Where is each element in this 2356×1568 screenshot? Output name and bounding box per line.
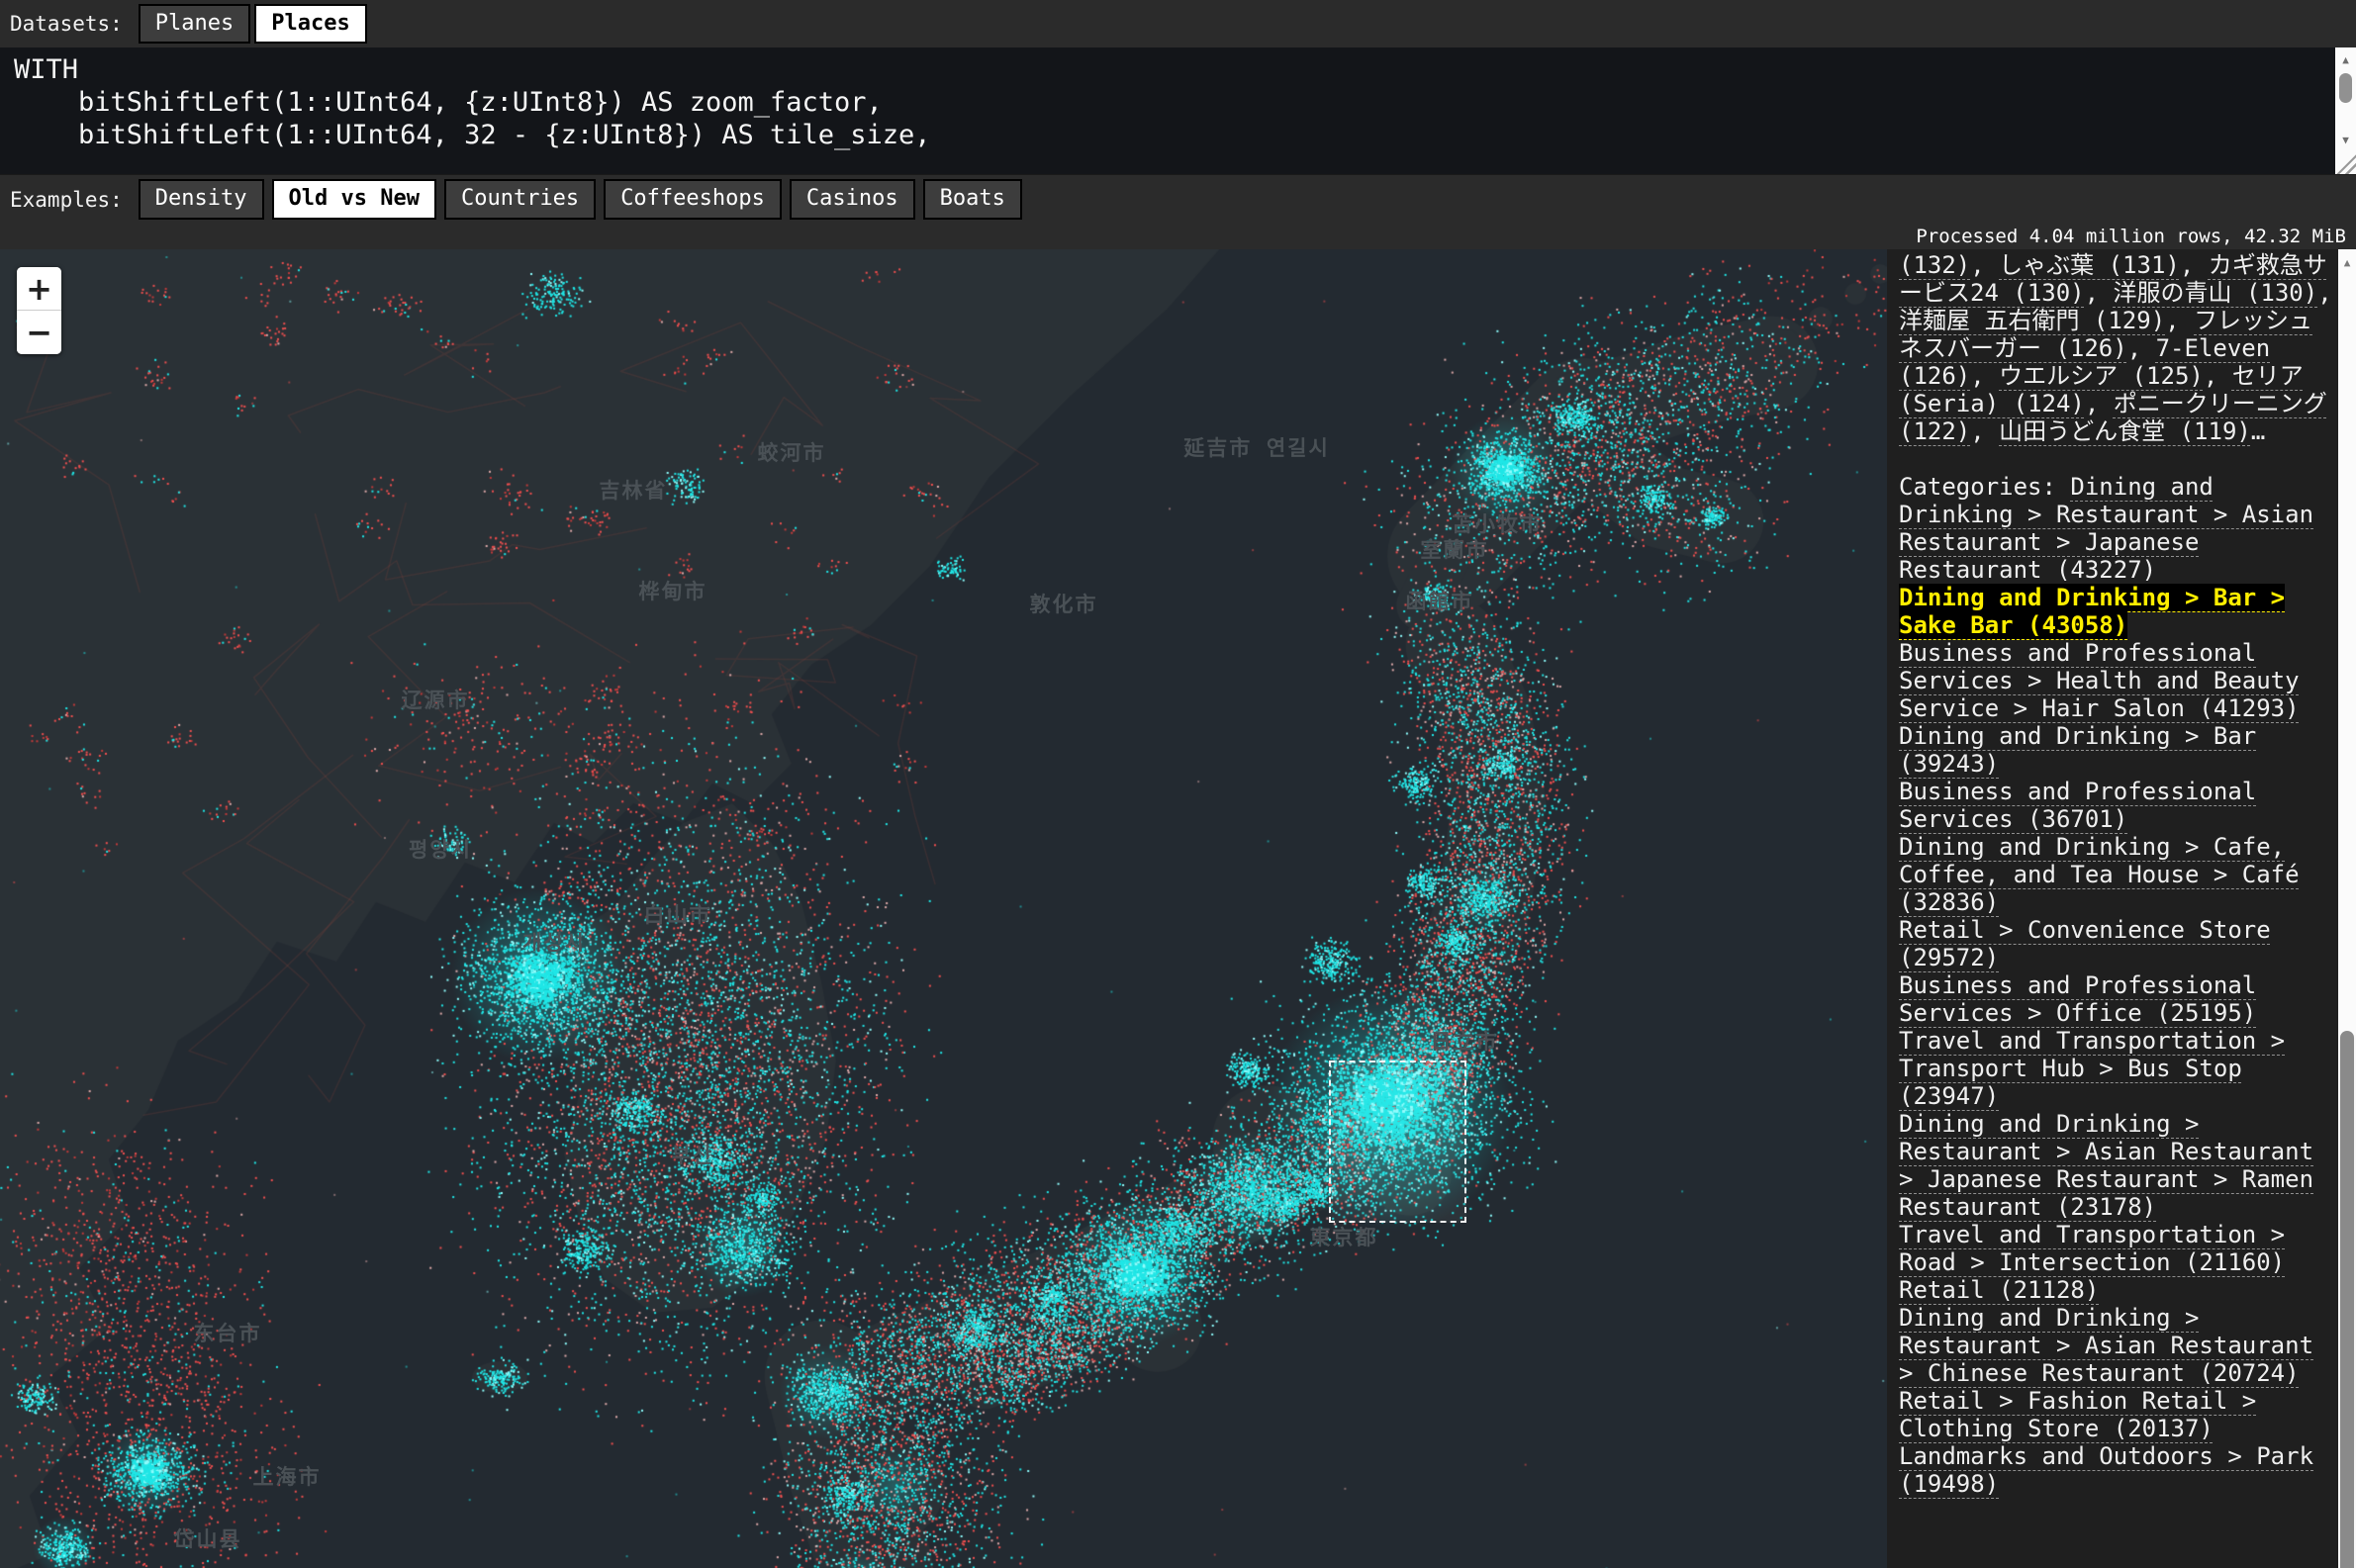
example-button-coffeeshops[interactable]: Coffeeshops <box>604 179 782 219</box>
brand-link[interactable]: 洋麺屋 五右衛門 (129) <box>1899 307 2165 334</box>
example-button-boats[interactable]: Boats <box>923 179 1022 219</box>
map-place-label: 白山市 <box>644 899 712 929</box>
map-place-label: 日立市 <box>1431 1026 1499 1056</box>
map-place-label: 敦化市 <box>1030 589 1098 618</box>
main-area: 吉林省 蛟河市敦化市 延吉市 연길시 辽源市 桦甸市白山市 평양시개성시부산 室蘭市函館市 苫… <box>0 249 2356 1568</box>
editor-scrollbar[interactable]: ▲ ▼ <box>2335 47 2356 151</box>
categories-label: Categories: <box>1899 473 2070 501</box>
map-place-label: 평양시 <box>409 834 472 864</box>
map-place-label: 延吉市 연길시 <box>1183 432 1330 462</box>
brands-list: (132), しゃぶ葉 (131), カギ救急サービス24 (130), 洋服の… <box>1899 251 2332 445</box>
map-place-label: 吉林省 <box>600 475 668 505</box>
scroll-up-icon[interactable]: ▲ <box>2335 49 2356 69</box>
category-link[interactable]: Business and Professional Services > Hea… <box>1899 639 2300 722</box>
map-canvas[interactable] <box>0 249 1887 1568</box>
results-sidebar: (132), しゃぶ葉 (131), カギ救急サービス24 (130), 洋服の… <box>1887 249 2338 1568</box>
dataset-button-places[interactable]: Places <box>254 4 366 44</box>
category-link[interactable]: Dining and Drinking > Bar (39243) <box>1899 722 2256 778</box>
map-place-label: 辽源市 <box>402 685 470 714</box>
category-link[interactable]: Dining and Drinking > Bar > Sake Bar (43… <box>1899 584 2285 639</box>
example-button-density[interactable]: Density <box>139 179 264 219</box>
scroll-up-icon[interactable]: ▲ <box>2338 252 2356 272</box>
examples-buttons: DensityOld vs NewCountriesCoffeeshopsCas… <box>139 179 1022 219</box>
map-place-label: 東京都 <box>1310 1222 1378 1251</box>
brand-link[interactable]: ウエルシア (125) <box>1999 362 2204 390</box>
category-link[interactable]: Retail (21128) <box>1899 1276 2099 1304</box>
zoom-out-button[interactable]: − <box>17 311 61 354</box>
selection-rectangle <box>1329 1061 1466 1223</box>
dataset-button-planes[interactable]: Planes <box>139 4 250 44</box>
category-link[interactable]: Retail > Convenience Store (29572) <box>1899 916 2271 971</box>
zoom-control: + − <box>17 267 61 354</box>
category-link[interactable]: Retail > Fashion Retail > Clothing Store… <box>1899 1387 2256 1442</box>
map-place-label: 蛟河市 <box>758 437 826 467</box>
map-place-label: 桦甸市 <box>639 576 707 605</box>
examples-bar: Examples: DensityOld vs NewCountriesCoff… <box>0 174 2356 224</box>
example-button-old-vs-new[interactable]: Old vs New <box>272 179 436 219</box>
resize-grip-icon[interactable] <box>2335 151 2356 174</box>
brand-link[interactable]: しゃぶ葉 (131) <box>1999 251 2180 279</box>
map-container: 吉林省 蛟河市敦化市 延吉市 연길시 辽源市 桦甸市白山市 평양시개성시부산 室蘭市函館市 苫… <box>0 249 1887 1568</box>
brand-link[interactable]: 山田うどん食堂 (119) <box>1999 417 2251 445</box>
example-button-countries[interactable]: Countries <box>444 179 596 219</box>
map-place-label: 부산 <box>672 1140 714 1169</box>
processed-rows-text: Processed 4.04 million rows, 42.32 MiB <box>1916 226 2346 247</box>
scroll-down-icon[interactable]: ▼ <box>2335 130 2356 149</box>
category-link[interactable]: Travel and Transportation > Transport Hu… <box>1899 1027 2285 1110</box>
examples-label: Examples: <box>10 188 123 212</box>
category-link[interactable]: Landmarks and Outdoors > Park (19498) <box>1899 1442 2313 1498</box>
query-editor-wrap: WITH bitShiftLeft(1::UInt64, {z:UInt8}) … <box>0 47 2356 174</box>
example-button-casinos[interactable]: Casinos <box>790 179 915 219</box>
datasets-label: Datasets: <box>10 12 123 36</box>
category-link[interactable]: Dining and Drinking > Cafe, Coffee, and … <box>1899 833 2300 916</box>
categories-list: Categories: Dining and Drinking > Restau… <box>1899 473 2332 1498</box>
datasets-buttons: PlanesPlaces <box>139 4 367 44</box>
category-link[interactable]: Dining and Drinking > Restaurant > Asian… <box>1899 1110 2313 1221</box>
brand-link[interactable]: (132) <box>1899 251 1970 279</box>
sidebar-scrollbar-thumb[interactable] <box>2340 1031 2354 1568</box>
brand-link[interactable]: 洋服の青山 (130) <box>2114 279 2318 307</box>
query-editor[interactable]: WITH bitShiftLeft(1::UInt64, {z:UInt8}) … <box>0 47 2356 174</box>
map-place-label: 函館市 <box>1406 586 1474 615</box>
map-place-label: 上海市 <box>253 1461 322 1491</box>
datasets-bar: Datasets: PlanesPlaces <box>0 0 2356 47</box>
zoom-in-button[interactable]: + <box>17 267 61 311</box>
sidebar-scrollbar[interactable]: ▲ <box>2338 249 2356 1568</box>
map-place-label: 室蘭市 <box>1421 534 1489 564</box>
map-place-label: 苫小牧市 <box>1452 508 1543 538</box>
category-link[interactable]: Dining and Drinking > Restaurant > Asian… <box>1899 1304 2313 1387</box>
map-place-label: 东台市 <box>194 1318 262 1347</box>
category-link[interactable]: Business and Professional Services (3670… <box>1899 778 2256 833</box>
map-place-label: 개성시 <box>522 927 586 957</box>
category-link[interactable]: Travel and Transportation > Road > Inter… <box>1899 1221 2285 1276</box>
status-bar: Processed 4.04 million rows, 42.32 MiB <box>0 224 2356 249</box>
map-place-label: 岱山县 <box>174 1523 242 1553</box>
category-link[interactable]: Business and Professional Services > Off… <box>1899 971 2256 1027</box>
editor-scrollbar-thumb[interactable] <box>2339 73 2352 103</box>
